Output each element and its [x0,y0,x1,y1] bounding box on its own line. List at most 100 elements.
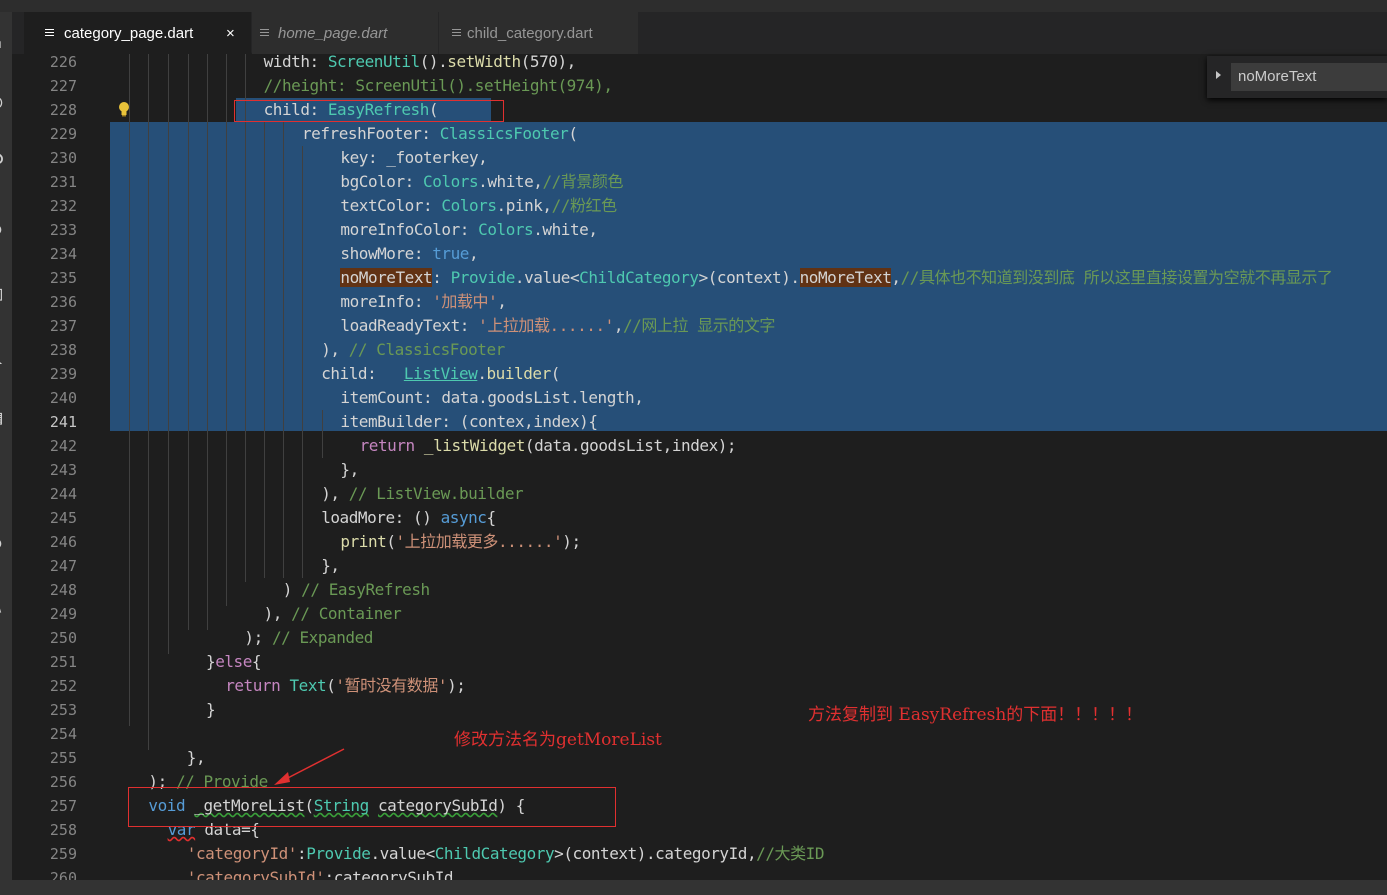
code-line[interactable]: 254 [12,722,1387,746]
source-control-icon[interactable]: ⚲ [0,151,8,171]
code-editor[interactable]: 226 width: ScreenUtil().setWidth(570), 227… [12,54,1387,880]
code-line[interactable]: 249), // Container [12,602,1387,626]
code-line[interactable]: 233 moreInfoColor: Colors.white, [12,218,1387,242]
code-line[interactable]: 253} [12,698,1387,722]
files-icon[interactable]: ▤ [0,407,8,427]
code-text: itemBuilder: (contex,index){ [340,412,598,431]
code-line[interactable]: 235 noMoreText: Provide.value<ChildCatego… [12,266,1387,290]
code-line[interactable]: 246 print('上拉加载更多......'); [12,530,1387,554]
tab-category-page[interactable]: category_page.dart × [24,12,252,54]
line-number: 235 [49,269,77,287]
code-line[interactable]: 241 itemBuilder: (contex,index){ [12,410,1387,434]
code-text: print('上拉加载更多......'); [340,532,581,551]
code-text: ); // Expanded [244,628,373,647]
code-text: ) // EasyRefresh [282,580,430,599]
code-line[interactable]: 238 ), // ClassicsFooter [12,338,1387,362]
line-number: 241 [49,413,77,431]
line-number: 239 [49,365,77,383]
code-line[interactable]: 240 itemCount: data.goodsList.length, [12,386,1387,410]
tools-icon[interactable]: ✎ [0,597,8,617]
line-number: 238 [49,341,77,359]
code-text: noMoreText: Provide.value<ChildCategory>… [340,268,1333,287]
code-line[interactable]: 236 moreInfo: '加载中', [12,290,1387,314]
code-line[interactable]: 244 ), // ListView.builder [12,482,1387,506]
code-text: textColor: Colors.pink,//粉红色 [340,196,617,215]
annotation-copy: 方法复制到 EasyRefresh的下面！！！！！ [808,705,1143,725]
code-line[interactable]: 226 width: ScreenUtil().setWidth(570), [12,54,1387,74]
line-number: 258 [49,821,77,839]
line-number: 250 [49,629,77,647]
code-line[interactable]: 242 return _listWidget(data.goodsList,ind… [12,434,1387,458]
line-number: 234 [49,245,77,263]
timeline-icon[interactable]: ⊙ [0,533,8,553]
line-number: 256 [49,773,77,791]
line-number: 244 [49,485,77,503]
code-text: 'categorySubId':categorySubId, [186,868,463,880]
code-text: width: ScreenUtil().setWidth(570), [263,54,577,71]
tab-bar: category_page.dart × home_page.dart chil… [12,12,1387,54]
code-line[interactable]: 245 loadMore: () async{ [12,506,1387,530]
line-number: 230 [49,149,77,167]
code-line[interactable]: 228 child: EasyRefresh( [12,98,1387,122]
debug-icon[interactable]: ⊝ [0,219,8,239]
code-line[interactable]: 239 child: ListView.builder( [12,362,1387,386]
code-text: moreInfoColor: Colors.white, [340,220,598,239]
extensions-icon[interactable]: ▣ [0,283,8,303]
code-line[interactable]: 234 showMore: true, [12,242,1387,266]
code-line[interactable]: 255}, [12,746,1387,770]
code-line[interactable]: 259 'categoryId':Provide.value<ChildCateg… [12,842,1387,866]
title-bar [0,0,1387,12]
line-number: 257 [49,797,77,815]
code-text: //height: ScreenUtil().setHeight(974), [263,76,613,95]
code-line[interactable]: 251 }else{ [12,650,1387,674]
line-number: 247 [49,557,77,575]
line-number: 227 [49,77,77,95]
code-text: }else{ [206,652,262,671]
run-icon[interactable]: › [0,471,8,491]
code-line[interactable]: 230 key: _footerkey, [12,146,1387,170]
line-number: 251 [49,653,77,671]
code-line[interactable]: 231 bgColor: Colors.white,//背景颜色 [12,170,1387,194]
expand-toggle-icon[interactable] [1216,71,1221,79]
line-number: 246 [49,533,77,551]
code-text: bgColor: Colors.white,//背景颜色 [340,172,624,191]
code-line[interactable]: 247}, [12,554,1387,578]
find-input[interactable]: noMoreText [1231,63,1387,91]
code-text: ), // ClassicsFooter [321,340,505,359]
find-widget: noMoreText [1207,56,1387,98]
code-line[interactable]: 229 refreshFooter: ClassicsFooter( [12,122,1387,146]
explorer-icon[interactable]: ⌂ [0,31,8,51]
code-line[interactable]: 227 //height: ScreenUtil().setHeight(974)… [12,74,1387,98]
code-text: moreInfo: '加载中', [340,292,507,311]
tab-child-category[interactable]: child_category.dart [439,12,639,54]
search-icon[interactable]: ◯ [0,91,8,111]
close-icon[interactable]: × [226,12,235,56]
code-line[interactable]: 237 loadReadyText: '上拉加载......',//网上拉 显示的… [12,314,1387,338]
line-number: 231 [49,173,77,191]
code-text: } [206,700,216,719]
line-number: 226 [49,54,77,71]
code-text: 'categoryId':Provide.value<ChildCategory… [186,844,825,863]
code-line[interactable]: 248) // EasyRefresh [12,578,1387,602]
line-number: 243 [49,461,77,479]
highlight-box-easyrefresh [234,100,504,122]
code-line[interactable]: 232 textColor: Colors.pink,//粉红色 [12,194,1387,218]
code-line[interactable]: 252 return Text('暂时没有数据'); [12,674,1387,698]
code-text: ), // ListView.builder [321,484,524,503]
line-number: 228 [49,101,77,119]
code-text: loadMore: () async{ [321,508,496,527]
arrow-annotation-icon [274,748,345,785]
code-text: key: _footerkey, [340,148,488,167]
code-line[interactable]: 243}, [12,458,1387,482]
line-number: 259 [49,845,77,863]
code-line[interactable]: 260 'categorySubId':categorySubId, [12,866,1387,880]
tab-label: home_page.dart [278,25,388,42]
code-line[interactable]: 250 ); // Expanded [12,626,1387,650]
annotation-rename: 修改方法名为getMoreList [454,730,662,750]
line-number: 233 [49,221,77,239]
code-text: ), // Container [263,604,402,623]
tab-home-page[interactable]: home_page.dart [252,12,439,54]
code-text: return Text('暂时没有数据'); [225,676,466,695]
activity-bar: ⌂ ◯ ⚲ ⊝ ▣ ⋏ ▤ › ⊙ ✎ [0,12,12,895]
remote-icon[interactable]: ⋏ [0,347,8,367]
